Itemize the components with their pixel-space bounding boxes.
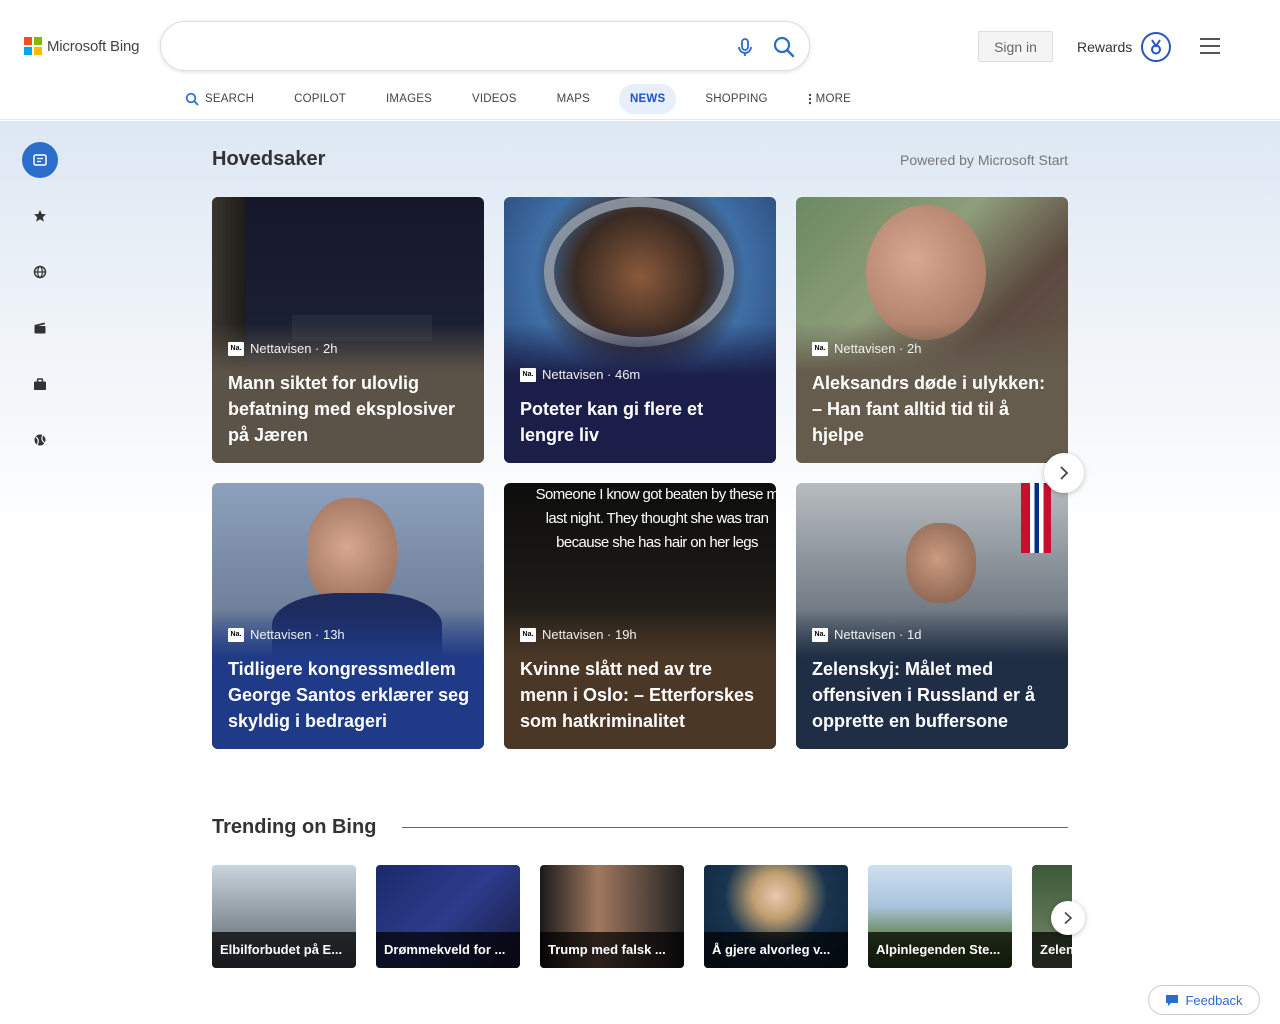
search-input[interactable] [183, 34, 723, 60]
chevron-right-icon [1064, 911, 1073, 925]
trending-label: Elbilforbudet på E... [212, 932, 356, 968]
news-headline: Zelenskyj: Målet med offensiven i Russla… [812, 659, 1036, 731]
nettavisen-logo-icon: Na. [228, 627, 244, 642]
rewards-medal-icon [1141, 32, 1172, 62]
news-source: Na. Nettavisen · 19h [520, 627, 637, 642]
news-card[interactable]: Na. Nettavisen · 1d Zelenskyj: Målet med … [796, 483, 1068, 749]
star-icon [34, 210, 46, 222]
trending-divider [402, 827, 1068, 828]
news-card[interactable]: Na. Nettavisen · 13h Tidligere kongressme… [212, 483, 484, 749]
tab-shopping[interactable]: SHOPPING [694, 84, 778, 114]
sidebar-item-favorites[interactable] [22, 198, 58, 234]
bing-logo[interactable]: Microsoft Bing [24, 37, 139, 55]
feedback-button[interactable]: Feedback [1148, 985, 1260, 1015]
chevron-right-icon [1060, 466, 1069, 480]
tab-news[interactable]: NEWS [619, 84, 677, 114]
trending-label: Trump med falsk ... [540, 932, 684, 968]
news-card[interactable]: Na. Nettavisen · 2h Aleksandrs døde i uly… [796, 197, 1068, 463]
news-next-button[interactable] [1044, 453, 1084, 493]
trending-row: Elbilforbudet på E... Drømmekveld for ..… [212, 865, 1072, 969]
more-dots-icon [808, 93, 811, 105]
category-sidebar [22, 142, 58, 478]
sidebar-item-sports[interactable] [22, 422, 58, 458]
news-card[interactable]: Na. Nettavisen · 46m Poteter kan gi flere… [504, 197, 776, 463]
sports-icon [34, 434, 46, 446]
news-headline: Tidligere kongressmedlem George Santos e… [228, 659, 470, 731]
image-overlay-text: Someone I know got beaten by these m las… [535, 486, 776, 551]
news-source: Na. Nettavisen · 1d [812, 627, 921, 642]
search-submit-icon[interactable] [772, 35, 796, 59]
sidebar-item-news[interactable] [22, 142, 58, 178]
tab-images[interactable]: IMAGES [375, 84, 443, 114]
news-source: Na. Nettavisen · 46m [520, 367, 640, 382]
trending-item[interactable]: Trump med falsk ... [540, 865, 684, 968]
feedback-icon [1166, 994, 1179, 1006]
sidebar-item-world[interactable] [22, 254, 58, 290]
news-icon [33, 154, 47, 166]
trending-label: Drømmekveld for ... [376, 932, 520, 968]
entertainment-icon [34, 322, 46, 334]
sign-in-button[interactable]: Sign in [978, 31, 1053, 62]
news-headline: Aleksandrs døde i ulykken: – Han fant al… [812, 373, 1046, 445]
briefcase-icon [34, 377, 46, 390]
nettavisen-logo-icon: Na. [228, 341, 244, 356]
trending-item[interactable]: Elbilforbudet på E... [212, 865, 356, 968]
sidebar-item-entertainment[interactable] [22, 310, 58, 346]
nettavisen-logo-icon: Na. [812, 627, 828, 642]
nettavisen-logo-icon: Na. [520, 367, 536, 382]
trending-item[interactable]: Drømmekveld for ... [376, 865, 520, 968]
rewards-button[interactable]: Rewards [1077, 31, 1172, 63]
trending-label: Zelen [1032, 932, 1072, 968]
news-source: Na. Nettavisen · 13h [228, 627, 345, 642]
trending-title: Trending on Bing [212, 816, 377, 838]
nettavisen-logo-icon: Na. [520, 627, 536, 642]
trending-item[interactable]: Alpinlegenden Ste... [868, 865, 1012, 968]
news-source: Na. Nettavisen · 2h [812, 341, 921, 356]
sidebar-item-business[interactable] [22, 366, 58, 402]
feedback-label: Feedback [1185, 992, 1243, 1008]
section-title: Hovedsaker [212, 148, 326, 170]
search-box [160, 21, 810, 71]
trending-next-button[interactable] [1051, 901, 1085, 935]
microphone-icon[interactable] [734, 36, 756, 58]
trending-item[interactable]: Å gjere alvorleg v... [704, 865, 848, 968]
rewards-label: Rewards [1077, 39, 1133, 55]
news-source: Na. Nettavisen · 2h [228, 341, 337, 356]
trending-label: Å gjere alvorleg v... [704, 932, 848, 968]
nettavisen-logo-icon: Na. [812, 341, 828, 356]
news-headline: Mann siktet for ulovlig befatning med ek… [228, 373, 456, 445]
powered-by-link[interactable]: Powered by Microsoft Start [900, 152, 1068, 168]
news-card[interactable]: Someone I know got beaten by these m las… [504, 483, 776, 749]
brand-name: Microsoft Bing [47, 37, 140, 55]
tab-more[interactable]: MORE [797, 84, 862, 114]
tab-maps[interactable]: MAPS [546, 84, 601, 114]
nav-tabs: SEARCH COPILOT IMAGES VIDEOS MAPS NEWS S… [174, 84, 880, 114]
search-icon [185, 92, 199, 106]
tab-videos[interactable]: VIDEOS [461, 84, 528, 114]
microsoft-logo-icon [24, 37, 42, 55]
news-headline: Kvinne slått ned av tre menn i Oslo: – E… [520, 659, 755, 731]
header: Microsoft Bing Sign in Rewards SEARCH CO… [0, 0, 1280, 120]
tab-search-label: SEARCH [205, 93, 255, 105]
tab-more-label: MORE [815, 93, 851, 105]
globe-icon [33, 265, 47, 279]
menu-icon[interactable] [1200, 38, 1220, 54]
trending-label: Alpinlegenden Ste... [868, 932, 1012, 968]
tab-search[interactable]: SEARCH [174, 84, 265, 114]
tab-copilot[interactable]: COPILOT [283, 84, 357, 114]
news-headline: Poteter kan gi flere et lengre liv [520, 399, 704, 445]
news-card[interactable]: Na. Nettavisen · 2h Mann siktet for ulovl… [212, 197, 484, 463]
